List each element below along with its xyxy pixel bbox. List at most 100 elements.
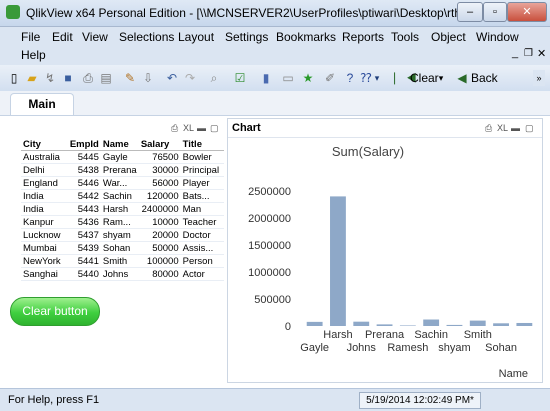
- clear-button[interactable]: Clear: [410, 68, 439, 88]
- print-icon[interactable]: ⎙: [80, 70, 96, 86]
- print-pdf-icon[interactable]: ▤: [98, 70, 114, 86]
- menu-view[interactable]: View: [82, 30, 108, 44]
- cell-city[interactable]: India: [21, 202, 68, 216]
- menu-tools[interactable]: Tools: [391, 30, 419, 44]
- table-row[interactable]: Kanpur 5436 Ram... 10000 Teacher: [21, 215, 224, 229]
- cell-title[interactable]: Bowler: [180, 150, 224, 164]
- cell-salary[interactable]: 100000: [138, 254, 181, 268]
- minimize-icon[interactable]: ▬: [197, 123, 206, 133]
- cell-name[interactable]: Sohan: [100, 241, 139, 255]
- mdi-minimize-icon[interactable]: _: [512, 47, 518, 59]
- toolbar-chevron-icon[interactable]: »: [533, 70, 545, 86]
- menu-settings[interactable]: Settings: [225, 30, 268, 44]
- table-row[interactable]: India 5443 Harsh 2400000 Man: [21, 202, 224, 216]
- cell-name[interactable]: Johns: [100, 267, 139, 281]
- xl-icon[interactable]: XL: [497, 123, 508, 133]
- maximize-icon[interactable]: ▢: [525, 123, 534, 134]
- cell-city[interactable]: Kanpur: [21, 215, 68, 229]
- table-row[interactable]: India 5442 Sachin 120000 Bats...: [21, 189, 224, 203]
- redo-icon[interactable]: ↷: [182, 70, 198, 86]
- cell-empid[interactable]: 5438: [67, 163, 101, 177]
- cell-title[interactable]: Person: [180, 254, 224, 268]
- cell-salary[interactable]: 120000: [138, 189, 181, 203]
- cell-name[interactable]: Prerana: [100, 163, 139, 177]
- back-button[interactable]: Back: [471, 68, 498, 88]
- cell-salary[interactable]: 20000: [138, 228, 181, 242]
- minimize-window-button[interactable]: –: [457, 2, 483, 22]
- cell-city[interactable]: Lucknow: [21, 228, 68, 242]
- column-header-name[interactable]: Name: [100, 138, 139, 151]
- cell-name[interactable]: shyam: [100, 228, 139, 242]
- cell-salary[interactable]: 10000: [138, 215, 181, 229]
- table-row[interactable]: Lucknow 5437 shyam 20000 Doctor: [21, 228, 224, 242]
- tab-main[interactable]: Main: [10, 93, 74, 115]
- xl-icon[interactable]: XL: [183, 123, 194, 133]
- menu-bookmarks[interactable]: Bookmarks: [276, 30, 336, 44]
- cell-city[interactable]: Delhi: [21, 163, 68, 177]
- cell-city[interactable]: Sanghai: [21, 267, 68, 281]
- cell-empid[interactable]: 5437: [67, 228, 101, 242]
- table-box[interactable]: ⎙ XL ▬ ▢ City EmpId Name Salary Title Au…: [21, 121, 224, 285]
- mdi-restore-icon[interactable]: ❐: [524, 48, 533, 59]
- undo-icon[interactable]: ↶: [164, 70, 180, 86]
- column-header-salary[interactable]: Salary: [138, 138, 181, 151]
- edit-script-icon[interactable]: ✎: [122, 70, 138, 86]
- menu-reports[interactable]: Reports: [342, 30, 384, 44]
- column-header-empid[interactable]: EmpId: [67, 138, 101, 151]
- mdi-close-icon[interactable]: ✕: [537, 47, 546, 60]
- clear-dropdown-icon[interactable]: ▾: [436, 70, 446, 86]
- properties-icon[interactable]: ☑: [232, 70, 248, 86]
- menu-object[interactable]: Object: [431, 30, 466, 44]
- cell-name[interactable]: Sachin: [100, 189, 139, 203]
- cell-title[interactable]: Assis...: [180, 241, 224, 255]
- cell-empid[interactable]: 5436: [67, 215, 101, 229]
- menu-file[interactable]: File: [21, 30, 40, 44]
- cell-empid[interactable]: 5441: [67, 254, 101, 268]
- cell-title[interactable]: Principal: [180, 163, 224, 177]
- back-icon[interactable]: ◀: [454, 70, 470, 86]
- cell-title[interactable]: Bats...: [180, 189, 224, 203]
- help-icon[interactable]: ?: [342, 70, 358, 86]
- reload-script-icon[interactable]: ⇩: [140, 70, 156, 86]
- column-header-title[interactable]: Title: [180, 138, 224, 151]
- cell-city[interactable]: India: [21, 189, 68, 203]
- table-row[interactable]: Mumbai 5439 Sohan 50000 Assis...: [21, 241, 224, 255]
- reload-icon[interactable]: ↯: [42, 70, 58, 86]
- table-row[interactable]: England 5446 War... 56000 Player: [21, 176, 224, 190]
- clear-icon[interactable]: ⎸◀: [394, 70, 417, 86]
- cell-empid[interactable]: 5443: [67, 202, 101, 216]
- cell-salary[interactable]: 80000: [138, 267, 181, 281]
- cell-title[interactable]: Actor: [180, 267, 224, 281]
- cell-empid[interactable]: 5439: [67, 241, 101, 255]
- toolbar-overflow-icon[interactable]: ▾: [372, 70, 382, 86]
- edit-sheet-icon[interactable]: ✐: [322, 70, 338, 86]
- cell-city[interactable]: England: [21, 176, 68, 190]
- table-row[interactable]: NewYork 5441 Smith 100000 Person: [21, 254, 224, 268]
- menu-edit[interactable]: Edit: [52, 30, 73, 44]
- layout-icon[interactable]: ▭: [280, 70, 296, 86]
- cell-title[interactable]: Player: [180, 176, 224, 190]
- cell-name[interactable]: Smith: [100, 254, 139, 268]
- cell-salary[interactable]: 76500: [138, 150, 181, 164]
- cell-title[interactable]: Doctor: [180, 228, 224, 242]
- cell-city[interactable]: NewYork: [21, 254, 68, 268]
- cell-name[interactable]: Gayle: [100, 150, 139, 164]
- cell-city[interactable]: Mumbai: [21, 241, 68, 255]
- chart-box[interactable]: Chart ⎙ XL ▬ ▢ Sum(Salary) 0 500000 1000000…: [227, 118, 543, 383]
- restore-window-button[interactable]: ▫: [483, 2, 507, 22]
- close-window-button[interactable]: ✕: [507, 2, 547, 22]
- search-icon[interactable]: ⌕: [206, 70, 222, 86]
- cell-title[interactable]: Teacher: [180, 215, 224, 229]
- open-folder-icon[interactable]: ▰: [24, 70, 40, 86]
- cell-name[interactable]: Harsh: [100, 202, 139, 216]
- print-icon[interactable]: ⎙: [171, 123, 178, 134]
- cell-empid[interactable]: 5440: [67, 267, 101, 281]
- column-header-city[interactable]: City: [21, 138, 68, 151]
- cell-title[interactable]: Man: [180, 202, 224, 216]
- cell-salary[interactable]: 50000: [138, 241, 181, 255]
- new-chart-icon[interactable]: ▮: [258, 70, 274, 86]
- clear-button-green[interactable]: Clear button: [10, 297, 100, 326]
- print-icon[interactable]: ⎙: [485, 123, 492, 134]
- menu-layout[interactable]: Layout: [178, 30, 214, 44]
- table-row[interactable]: Delhi 5438 Prerana 30000 Principal: [21, 163, 224, 177]
